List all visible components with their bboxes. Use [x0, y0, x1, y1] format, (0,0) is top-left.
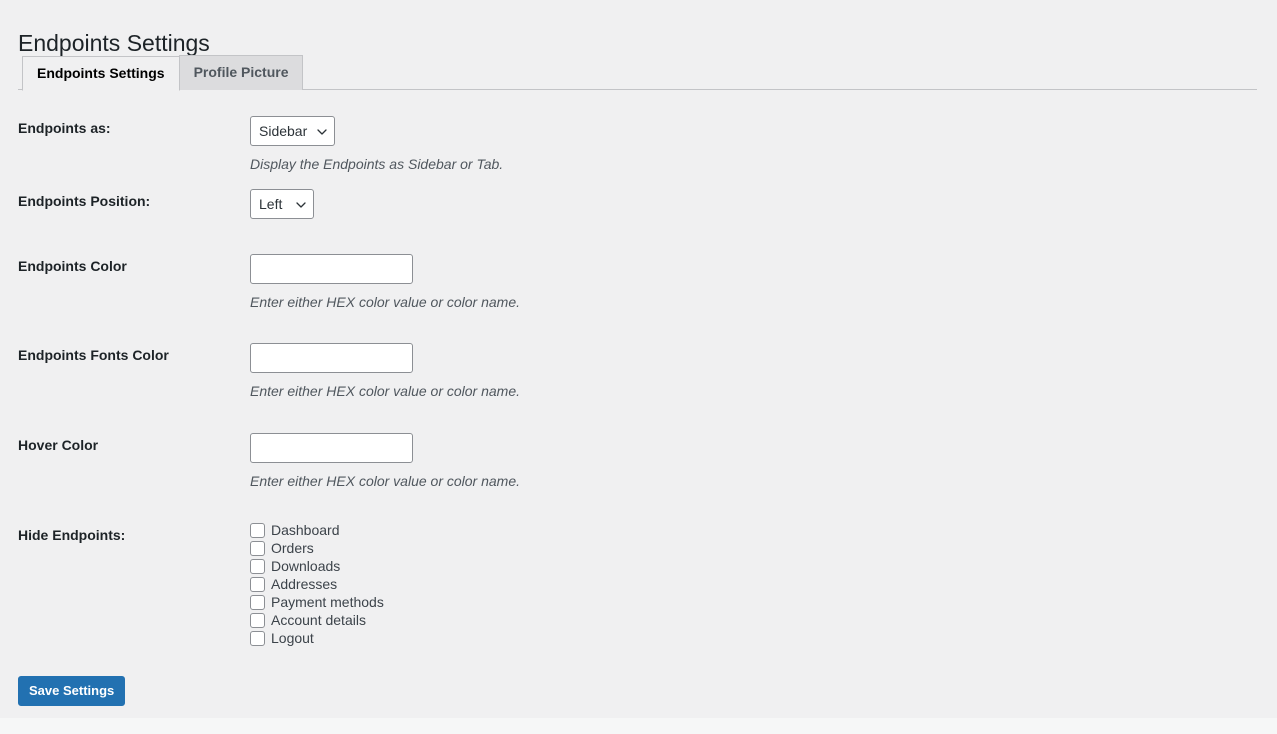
hide-endpoint-label: Orders: [271, 540, 314, 557]
tab-endpoints-settings[interactable]: Endpoints Settings: [22, 56, 180, 91]
hide-endpoint-checkbox[interactable]: [250, 595, 265, 611]
hide-endpoint-row[interactable]: Account details: [250, 611, 1248, 629]
submit-area: Save Settings: [18, 676, 126, 706]
hide-endpoint-checkbox[interactable]: [250, 541, 265, 557]
hide-endpoint-row[interactable]: Downloads: [250, 557, 1248, 575]
hide-endpoint-label: Logout: [271, 630, 314, 647]
hide-endpoint-row[interactable]: Orders: [250, 539, 1248, 557]
hide-endpoint-checkbox[interactable]: [250, 631, 265, 647]
field-endpoints-as: Sidebar Display the Endpoints as Sidebar…: [250, 108, 1258, 181]
form-row-endpoints-color: Endpoints Color Enter either HEX color v…: [18, 241, 1258, 331]
hide-endpoint-row[interactable]: Payment methods: [250, 593, 1248, 611]
hide-endpoint-checkbox[interactable]: [250, 613, 265, 629]
endpoints-position-select[interactable]: Left: [250, 188, 314, 219]
field-endpoints-fonts-color: Enter either HEX color value or color na…: [250, 330, 1258, 420]
hide-endpoint-row[interactable]: Dashboard: [250, 521, 1248, 539]
label-endpoints-fonts-color: Endpoints Fonts Color: [18, 347, 169, 364]
endpoints-as-select[interactable]: Sidebar: [250, 116, 335, 146]
label-endpoints-as: Endpoints as:: [18, 120, 111, 136]
label-endpoints-color: Endpoints Color: [18, 257, 127, 274]
field-hide-endpoints: Dashboard Orders Downloads Addresses Payment…: [250, 509, 1258, 656]
field-hover-color: Enter either HEX color value or color na…: [250, 420, 1258, 510]
hide-endpoint-row[interactable]: Logout: [250, 629, 1248, 647]
label-hide-endpoints: Hide Endpoints:: [18, 527, 126, 544]
endpoints-fonts-color-input[interactable]: [250, 343, 413, 374]
form-row-hide-endpoints: Hide Endpoints: Dashboard Orders Downloads…: [18, 509, 1258, 656]
endpoints-color-input[interactable]: [250, 253, 413, 284]
field-endpoints-position: Left: [250, 181, 1258, 241]
description-hover-color: Enter either HEX color value or color na…: [250, 472, 521, 489]
hover-color-input[interactable]: [250, 432, 413, 463]
hide-endpoint-label: Payment methods: [271, 594, 384, 611]
field-endpoints-color: Enter either HEX color value or color na…: [250, 241, 1258, 331]
description-endpoints-color: Enter either HEX color value or color na…: [250, 293, 521, 310]
hide-endpoint-row[interactable]: Addresses: [250, 575, 1248, 593]
endpoints-position-select-wrap: Left: [250, 188, 314, 219]
hide-endpoint-checkbox[interactable]: [250, 577, 265, 593]
hide-endpoint-checkbox[interactable]: [250, 523, 265, 539]
hide-endpoint-label: Dashboard: [271, 522, 340, 539]
form-row-endpoints-as: Endpoints as: Sidebar Display the Endpoi…: [18, 108, 1258, 181]
hide-endpoint-checkbox[interactable]: [250, 559, 265, 575]
form-row-endpoints-position: Endpoints Position: Left: [18, 181, 1258, 241]
endpoints-as-select-wrap: Sidebar: [250, 116, 335, 146]
hide-endpoint-label: Account details: [271, 612, 366, 629]
label-hover-color: Hover Color: [18, 436, 99, 453]
description-endpoints-fonts-color: Enter either HEX color value or color na…: [250, 383, 521, 400]
page-bottom-strip: [0, 718, 1277, 734]
label-endpoints-position: Endpoints Position:: [18, 192, 151, 209]
settings-tabs: Endpoints Settings Profile Picture: [18, 55, 1257, 91]
description-endpoints-as: Display the Endpoints as Sidebar or Tab.: [250, 156, 504, 172]
hide-endpoint-label: Addresses: [271, 576, 338, 593]
hide-endpoint-label: Downloads: [271, 558, 341, 575]
save-settings-button[interactable]: Save Settings: [18, 676, 126, 706]
form-row-endpoints-fonts-color: Endpoints Fonts Color Enter either HEX c…: [18, 330, 1258, 420]
hide-endpoints-checkbox-list: Dashboard Orders Downloads Addresses Payment…: [250, 521, 1248, 647]
tab-profile-picture[interactable]: Profile Picture: [178, 55, 304, 90]
endpoints-settings-form: Endpoints as: Sidebar Display the Endpoi…: [18, 108, 1258, 656]
form-row-hover-color: Hover Color Enter either HEX color value…: [18, 420, 1258, 510]
